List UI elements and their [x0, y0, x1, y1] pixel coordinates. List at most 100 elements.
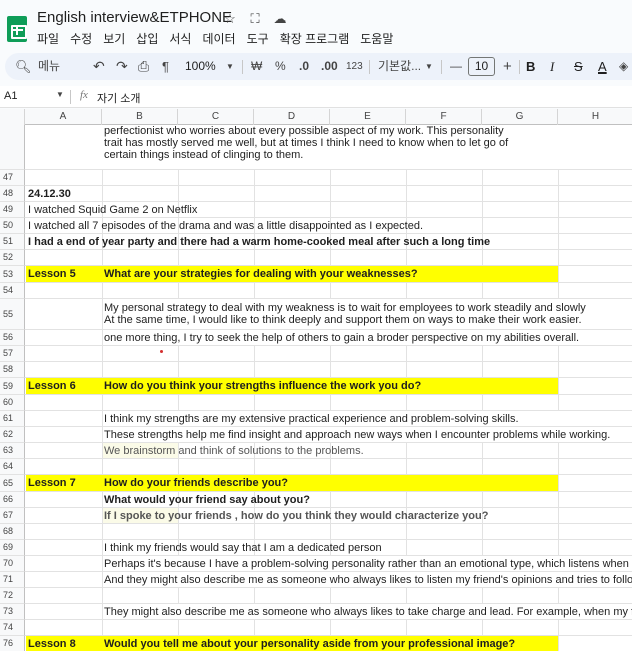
folder-move-icon[interactable]: ⛶	[247, 11, 263, 27]
toolbar: 🔍︎ 메뉴 ↶ ↷ ⎙ ¶ 100% ▼ ₩ % .0 .00 123 기본값.…	[5, 53, 632, 80]
cell-text: one more thing, I try to seek the help o…	[104, 332, 580, 344]
row-header[interactable]: 67	[0, 508, 25, 524]
table-row[interactable]	[25, 395, 632, 411]
decrease-decimal-button[interactable]: .0	[299, 53, 309, 80]
menu-data[interactable]: 데이터	[202, 30, 235, 47]
redo-icon[interactable]: ↷	[116, 53, 128, 80]
cell-text: And they might also describe me as someo…	[104, 574, 632, 586]
column-header-g[interactable]: G	[482, 109, 558, 125]
increase-font-size-button[interactable]: +	[503, 53, 512, 80]
cell-text: trait has mostly served me well, but at …	[104, 137, 509, 149]
text-color-button[interactable]: A	[598, 53, 607, 80]
sheets-logo-icon[interactable]	[7, 16, 27, 42]
number-format-button[interactable]: 123	[346, 53, 363, 80]
zoom-select[interactable]: 100%	[185, 53, 216, 80]
bold-button[interactable]: B	[526, 53, 535, 80]
column-header-f[interactable]: F	[406, 109, 482, 125]
column-header-b[interactable]: B	[102, 109, 178, 125]
row-header[interactable]: 54	[0, 283, 25, 299]
table-row[interactable]	[25, 588, 632, 604]
row-header[interactable]: 69	[0, 540, 25, 556]
row-header[interactable]: 61	[0, 411, 25, 427]
row-header[interactable]: 72	[0, 588, 25, 604]
row-header[interactable]: 53	[0, 266, 25, 283]
column-header-d[interactable]: D	[254, 109, 330, 125]
font-size-input[interactable]: 10	[468, 57, 495, 76]
column-header-e[interactable]: E	[330, 109, 406, 125]
name-box[interactable]: A1	[4, 90, 17, 102]
paint-format-icon[interactable]: ¶	[162, 53, 169, 80]
undo-icon[interactable]: ↶	[93, 53, 105, 80]
document-title[interactable]: English interview&ETPHONE	[37, 9, 232, 26]
row-header[interactable]: 64	[0, 459, 25, 475]
table-row[interactable]	[25, 459, 632, 475]
row-header[interactable]: 55	[0, 299, 25, 330]
row-header[interactable]: 56	[0, 330, 25, 346]
table-row[interactable]	[25, 250, 632, 266]
row-header[interactable]: 70	[0, 556, 25, 572]
menu-help[interactable]: 도움말	[360, 30, 393, 47]
row-header[interactable]: 74	[0, 620, 25, 636]
font-family-select[interactable]: 기본값...	[378, 53, 421, 80]
menu-format[interactable]: 서식	[169, 30, 191, 47]
menu-extensions[interactable]: 확장 프로그램	[280, 30, 350, 47]
menu-insert[interactable]: 삽입	[136, 30, 158, 47]
spreadsheet-grid[interactable]: A B C D E F G H perfectionist who worrie…	[0, 109, 632, 651]
cell-text: They might also describe me as someone w…	[104, 606, 632, 618]
row-header[interactable]: 65	[0, 475, 25, 492]
star-icon[interactable]: ☆	[222, 11, 238, 27]
currency-format-button[interactable]: ₩	[251, 53, 262, 80]
table-row[interactable]	[25, 170, 632, 186]
row-header[interactable]: 48	[0, 186, 25, 202]
menu-view[interactable]: 보기	[103, 30, 125, 47]
cloud-status-icon[interactable]: ☁	[272, 11, 288, 27]
italic-button[interactable]: I	[550, 53, 554, 80]
select-all-corner[interactable]	[0, 109, 25, 125]
chevron-down-icon[interactable]: ▼	[425, 53, 433, 80]
row-header[interactable]: 60	[0, 395, 25, 411]
row-header[interactable]: 62	[0, 427, 25, 443]
decrease-font-size-button[interactable]: —	[450, 53, 462, 80]
cell-text: I think my strengths are my extensive pr…	[104, 413, 519, 425]
cell-text: I watched Squid Game 2 on Netflix	[28, 204, 198, 216]
formula-input[interactable]: 자기 소개	[97, 90, 141, 106]
column-header-c[interactable]: C	[178, 109, 254, 125]
fill-color-icon[interactable]: ◈	[619, 53, 628, 80]
table-row[interactable]	[25, 283, 632, 299]
lesson-question: What are your strategies for dealing wit…	[104, 268, 418, 280]
column-header-a[interactable]: A	[25, 109, 102, 125]
row-header[interactable]: 50	[0, 218, 25, 234]
search-menus-label[interactable]: 메뉴	[38, 53, 60, 80]
percent-format-button[interactable]: %	[275, 53, 286, 80]
row-header[interactable]: 47	[0, 170, 25, 186]
row-header[interactable]: 58	[0, 362, 25, 378]
menu-tools[interactable]: 도구	[247, 30, 269, 47]
row-header[interactable]: 52	[0, 250, 25, 266]
cell-text: I had a end of year party and there had …	[28, 236, 491, 248]
table-row[interactable]	[25, 186, 632, 202]
menu-file[interactable]: 파일	[37, 30, 59, 47]
print-icon[interactable]: ⎙	[138, 53, 149, 80]
chevron-down-icon[interactable]: ▼	[56, 90, 64, 99]
increase-decimal-button[interactable]: .00	[321, 53, 338, 80]
row-header[interactable]: 68	[0, 524, 25, 540]
row-header[interactable]: 57	[0, 346, 25, 362]
chevron-down-icon[interactable]: ▼	[226, 53, 234, 80]
row-header[interactable]: 49	[0, 202, 25, 218]
row-header[interactable]: 66	[0, 492, 25, 508]
column-header-h[interactable]: H	[558, 109, 632, 125]
strikethrough-button[interactable]: S	[574, 53, 583, 80]
menu-edit[interactable]: 수정	[70, 30, 92, 47]
row-header[interactable]	[0, 125, 25, 170]
row-header[interactable]: 73	[0, 604, 25, 620]
table-row[interactable]	[25, 620, 632, 636]
row-header[interactable]: 63	[0, 443, 25, 459]
table-row[interactable]	[25, 524, 632, 540]
search-icon[interactable]: 🔍︎	[15, 53, 32, 80]
row-header[interactable]: 76	[0, 636, 25, 651]
table-row[interactable]	[25, 362, 632, 378]
row-header[interactable]: 71	[0, 572, 25, 588]
row-header[interactable]: 51	[0, 234, 25, 250]
row-header[interactable]: 59	[0, 378, 25, 395]
table-row[interactable]	[25, 346, 632, 362]
